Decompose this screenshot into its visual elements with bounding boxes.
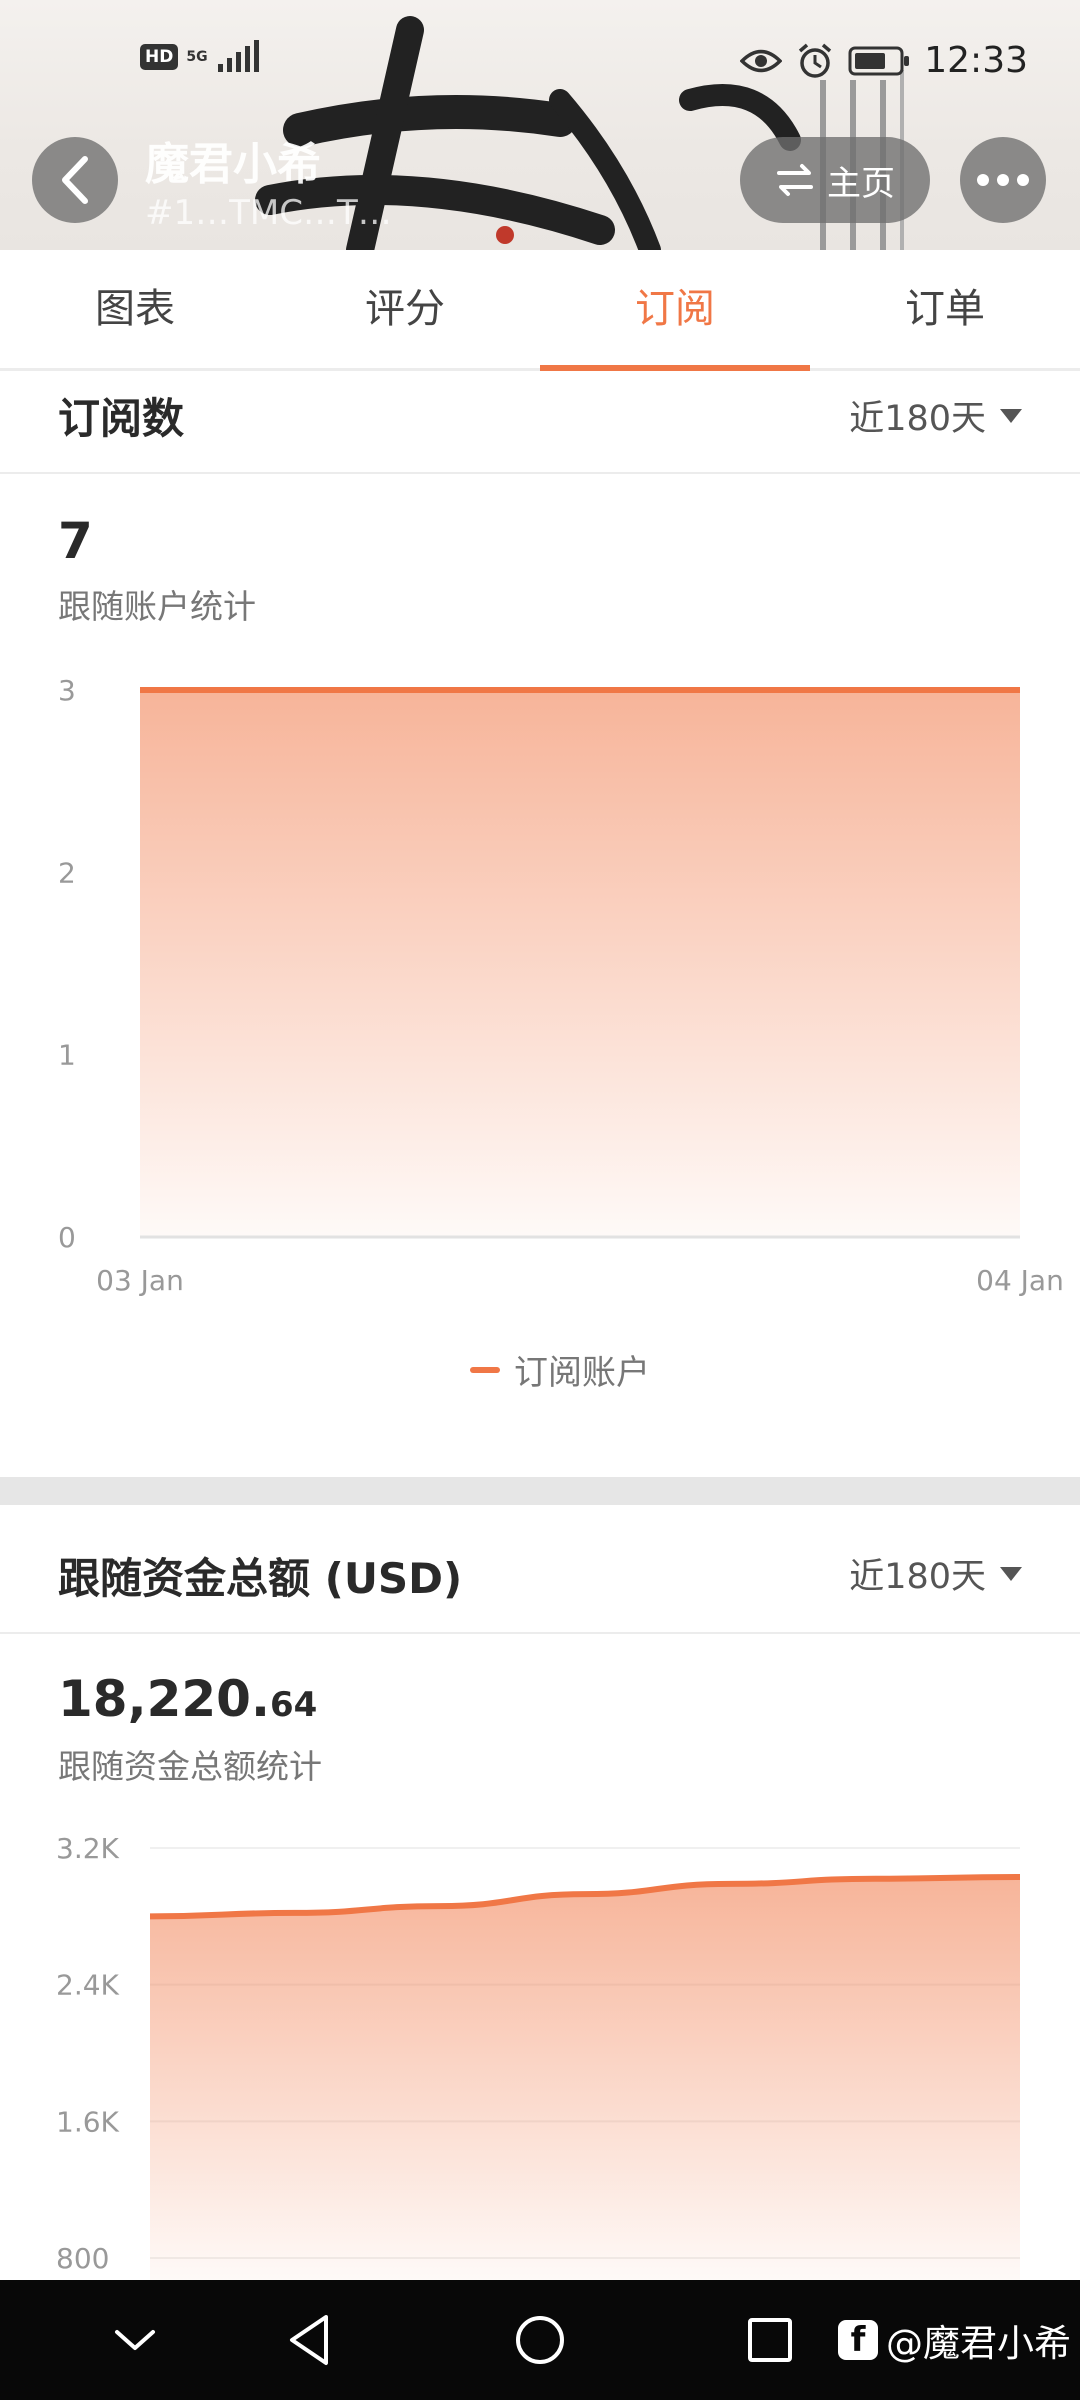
triangle-back-icon bbox=[290, 2315, 328, 2365]
section-separator bbox=[0, 1477, 1080, 1505]
divider bbox=[0, 472, 1080, 474]
back-button[interactable] bbox=[32, 137, 118, 223]
signal-icon bbox=[217, 40, 259, 72]
profile-header: HD 5G 12:33 魔君小希 #1…TMC…T… 主页 bbox=[0, 0, 1080, 250]
funds-amount: 18,220.64 bbox=[58, 1670, 317, 1728]
clock: 12:33 bbox=[924, 40, 1028, 81]
more-button[interactable] bbox=[960, 137, 1046, 223]
chevron-down-icon bbox=[115, 2330, 155, 2350]
funds-amount-label: 跟随资金总额统计 bbox=[58, 1747, 322, 1786]
y-tick-label: 800 bbox=[56, 2242, 109, 2275]
y-tick-label: 0 bbox=[58, 1221, 76, 1254]
profile-id: #1…TMC…T… bbox=[145, 193, 392, 233]
funds-title: 跟随资金总额 (USD) bbox=[58, 1554, 463, 1603]
alarm-icon bbox=[799, 43, 832, 78]
nav-recents-button[interactable] bbox=[740, 2280, 800, 2400]
nav-home-button[interactable] bbox=[510, 2280, 570, 2400]
divider bbox=[0, 1632, 1080, 1634]
watermark: f @魔君小希 bbox=[838, 2308, 1071, 2372]
subscriptions-range-select[interactable]: 近180天 bbox=[849, 390, 1022, 441]
y-tick-label: 1.6K bbox=[56, 2105, 120, 2138]
nav-back-button[interactable] bbox=[280, 2280, 340, 2400]
range-label: 近180天 bbox=[849, 1557, 986, 1597]
hd-indicator: HD bbox=[140, 44, 179, 70]
circle-home-icon bbox=[516, 2316, 564, 2364]
profile-name: 魔君小希 bbox=[145, 139, 321, 190]
more-dot bbox=[1017, 174, 1029, 186]
chart-legend: 订阅账户 bbox=[470, 1345, 650, 1394]
home-button-label: 主页 bbox=[827, 163, 895, 204]
tab-orders[interactable]: 订单 bbox=[810, 250, 1080, 368]
series-area bbox=[150, 1877, 1020, 2280]
funds-range-select[interactable]: 近180天 bbox=[849, 1548, 1022, 1599]
funds-amount-decimal: 64 bbox=[269, 1685, 318, 1725]
subscriptions-title: 订阅数 bbox=[58, 394, 185, 443]
range-label: 近180天 bbox=[849, 399, 986, 439]
subscription-count: 7 bbox=[58, 512, 93, 570]
triangle-down-icon bbox=[1000, 1566, 1022, 1581]
eye-icon bbox=[740, 49, 783, 72]
funds-amount-integer: 18,220. bbox=[58, 1670, 270, 1728]
funds-chart: 800 1.6K 2.4K 3.2K bbox=[56, 1832, 1021, 2280]
subscription-count-label: 跟随账户统计 bbox=[58, 587, 256, 626]
y-tick-label: 2.4K bbox=[56, 1969, 120, 2002]
home-button[interactable]: 主页 bbox=[740, 137, 930, 223]
status-bar: HD 5G 12:33 bbox=[0, 40, 1080, 90]
tab-charts[interactable]: 图表 bbox=[0, 250, 270, 368]
legend-label: 订阅账户 bbox=[514, 1353, 650, 1393]
y-tick-label: 3.2K bbox=[56, 1832, 120, 1865]
legend-swatch bbox=[470, 1366, 500, 1373]
tab-ratings[interactable]: 评分 bbox=[270, 250, 540, 368]
y-tick-label: 1 bbox=[58, 1039, 76, 1072]
nav-collapse-button[interactable] bbox=[105, 2280, 165, 2400]
square-recents-icon bbox=[748, 2318, 792, 2362]
network-type: 5G bbox=[186, 49, 208, 65]
subscriptions-chart: 0 1 2 3 03 Jan 04 Jan bbox=[58, 674, 1064, 1297]
tab-bar: 图表 评分 订阅 订单 bbox=[0, 250, 1080, 371]
watermark-text: @魔君小希 bbox=[886, 2322, 1071, 2365]
series-area bbox=[140, 690, 1020, 1237]
more-dot bbox=[997, 174, 1009, 186]
battery-icon bbox=[848, 46, 910, 75]
y-tick-label: 2 bbox=[58, 856, 76, 889]
tab-subscriptions[interactable]: 订阅 bbox=[540, 250, 810, 371]
facebook-icon: f bbox=[838, 2320, 878, 2360]
triangle-down-icon bbox=[1000, 408, 1022, 423]
x-tick-label: 04 Jan bbox=[976, 1264, 1064, 1297]
y-tick-label: 3 bbox=[58, 674, 76, 707]
x-tick-label: 03 Jan bbox=[96, 1264, 184, 1297]
more-dot bbox=[977, 174, 989, 186]
chevron-left-icon bbox=[62, 156, 88, 204]
swap-icon bbox=[777, 164, 813, 196]
